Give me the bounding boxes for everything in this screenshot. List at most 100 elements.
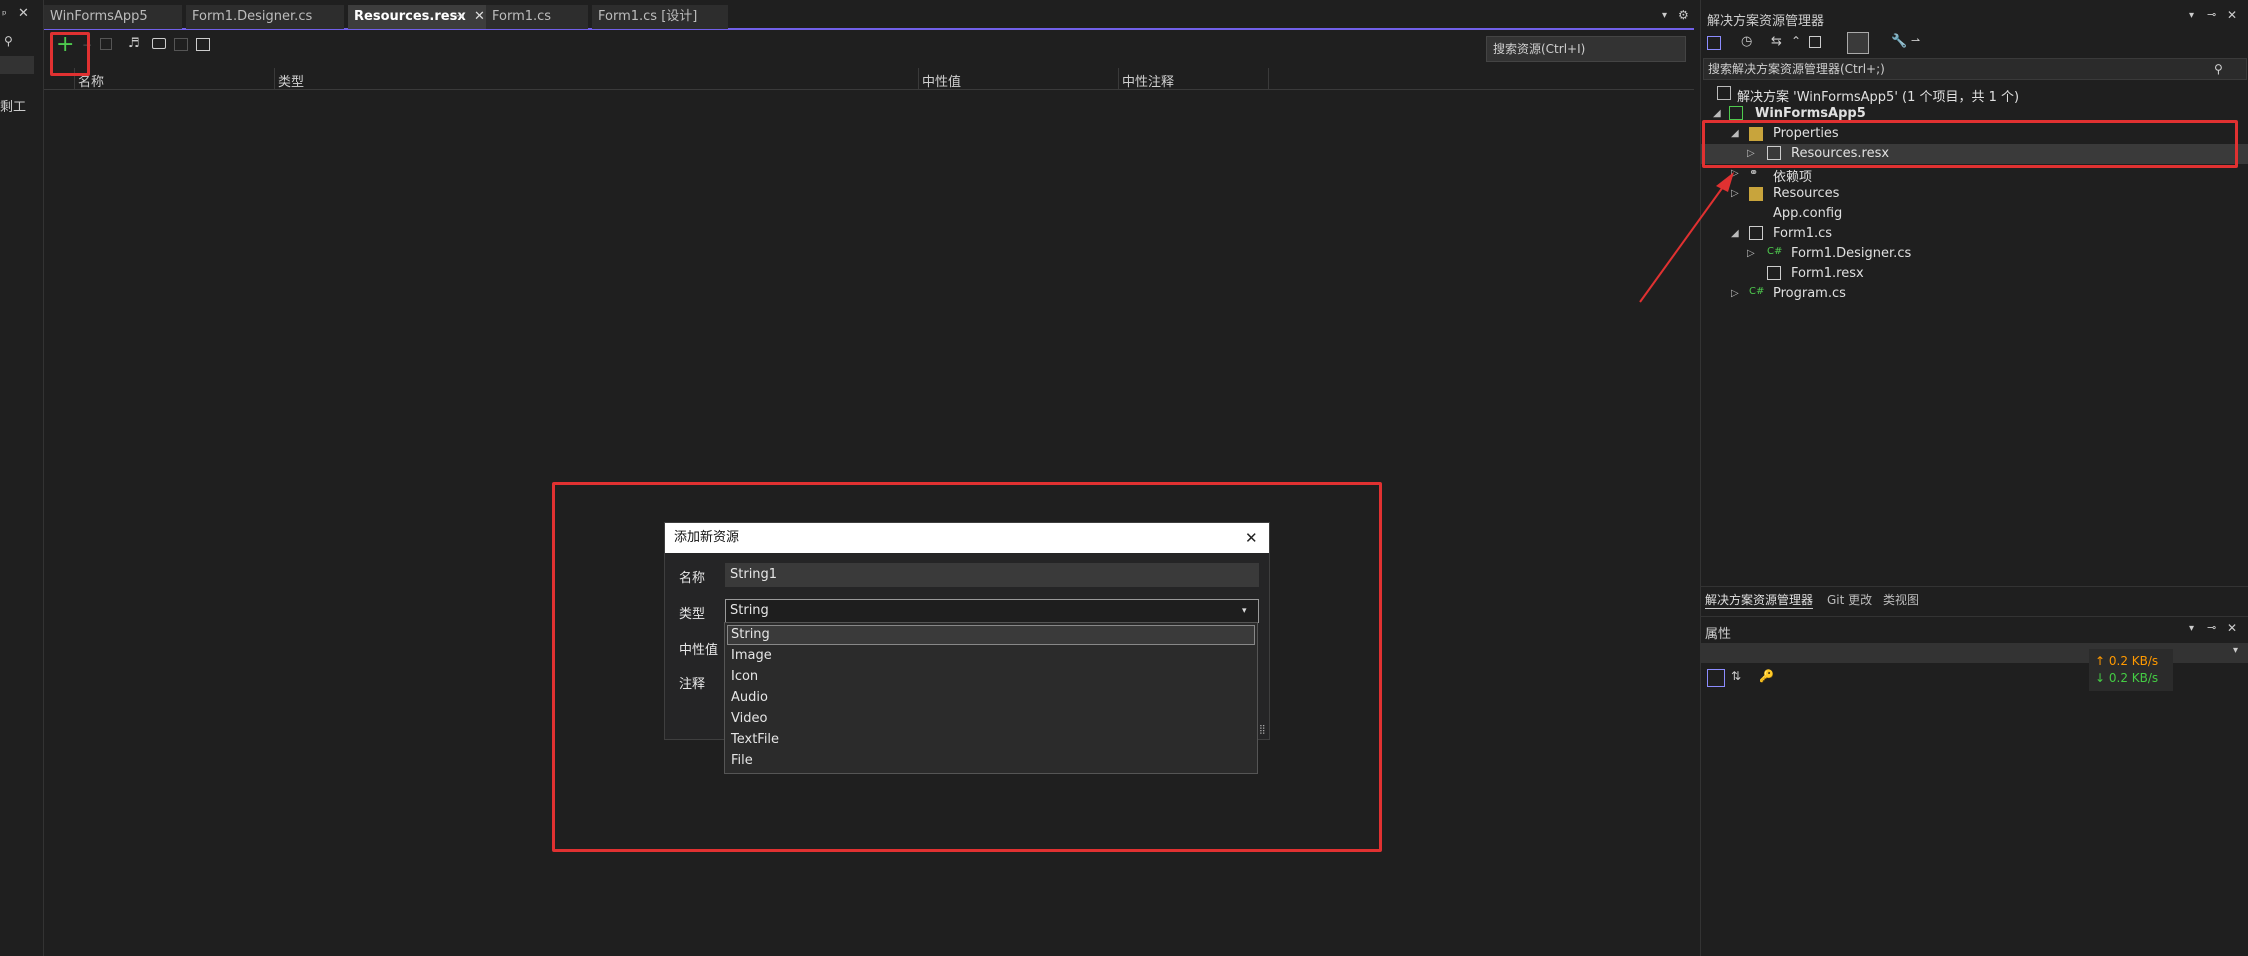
close-icon[interactable]: ✕ (2227, 8, 2237, 22)
resource-toolbar: + − ♬ (44, 32, 1694, 72)
left-strip-label: 剩工 (0, 100, 27, 115)
expanded-chevron-icon[interactable]: ◢ (1713, 108, 1721, 119)
csharp-file-icon: C# (1767, 246, 1783, 257)
chevron-down-icon[interactable]: ▾ (2189, 10, 2194, 21)
search-resources-input[interactable]: 搜索资源(Ctrl+I) (1486, 36, 1686, 62)
resource-grid-header: 名称 类型 中性值 中性注释 (44, 68, 1694, 90)
solution-bottom-tabs: 解决方案资源管理器 Git 更改 类视图 (1701, 586, 2248, 610)
document-tab-bar: WinFormsApp5 Form1.Designer.cs Resources… (44, 0, 1694, 30)
collapse-all-icon[interactable]: ⌃ (1791, 34, 1801, 48)
property-pages-icon[interactable]: 🔑 (1759, 669, 1774, 683)
download-speed: ↓ 0.2 KB/s (2095, 671, 2159, 685)
tab-label: Form1.Designer.cs (192, 9, 313, 24)
tree-item-form1-cs[interactable]: ◢ Form1.cs (1701, 224, 2248, 244)
column-separator (918, 68, 919, 90)
column-type[interactable]: 类型 (278, 71, 304, 90)
pin-icon[interactable]: ⊸ (456, 5, 464, 29)
column-separator (1268, 68, 1269, 90)
tab-label: Resources.resx (354, 9, 466, 24)
tab-winformsapp5[interactable]: WinFormsApp5 (44, 5, 182, 29)
tab-git-changes[interactable]: Git 更改 (1827, 591, 1872, 608)
show-all-files-icon[interactable] (1809, 36, 1821, 48)
preview-icon[interactable]: ⇀ (1911, 34, 1920, 47)
tree-label: 依赖项 (1773, 170, 1813, 185)
form-icon (1749, 226, 1763, 240)
arrow-shaft (1639, 179, 1729, 303)
tree-label: 解决方案 'WinFormsApp5' (1 个项目，共 1 个) (1737, 90, 2020, 105)
comment-icon[interactable] (152, 38, 166, 49)
tab-form1-design[interactable]: Form1.cs [设计] (592, 5, 728, 29)
tree-label: Resources (1773, 186, 1840, 201)
resx-file-icon (1767, 266, 1781, 280)
search-icon[interactable]: ⚲ (4, 34, 13, 48)
tab-label: Form1.cs [设计] (598, 9, 698, 24)
panel-title: 解决方案资源管理器 (1707, 14, 1825, 29)
column-neutral-comment[interactable]: 中性注释 (1122, 71, 1174, 90)
switch-view-icon[interactable] (1707, 36, 1721, 50)
column-separator (274, 68, 275, 90)
properties-panel: 属性 ▾ ⊸ ✕ ▾ ⇅ 🔑 ↑ 0.2 KB/s ↓ 0.2 KB/s (1701, 616, 2248, 956)
chevron-down-icon[interactable]: ▾ (2189, 623, 2194, 634)
left-strip-field[interactable] (0, 56, 34, 74)
settings-icon[interactable]: ⚙ (1678, 8, 1689, 22)
upload-speed: ↑ 0.2 KB/s (2095, 654, 2159, 668)
tab-overflow-icon[interactable]: ▾ (1662, 10, 1667, 21)
tree-label: Form1.resx (1791, 266, 1864, 281)
tree-label: Form1.Designer.cs (1791, 246, 1912, 261)
tree-label: WinFormsApp5 (1755, 106, 1866, 121)
tab-form1-cs[interactable]: Form1.cs (486, 5, 588, 29)
tree-item-form1-resx[interactable]: Form1.resx (1701, 264, 2248, 284)
grid-view-icon (174, 38, 188, 51)
close-icon[interactable]: ✕ (2227, 621, 2237, 635)
solution-icon (1717, 86, 1731, 100)
tab-solution-explorer[interactable]: 解决方案资源管理器 (1705, 591, 1814, 609)
tree-label: App.config (1773, 206, 1843, 221)
highlight-box-properties (1702, 120, 2238, 168)
tab-form1-designer[interactable]: Form1.Designer.cs (186, 5, 344, 29)
solution-search-placeholder: 搜索解决方案资源管理器(Ctrl+;) (1708, 62, 1885, 76)
column-neutral-value[interactable]: 中性值 (922, 71, 961, 90)
highlight-box-dialog (552, 482, 1382, 852)
tab-class-view[interactable]: 类视图 (1883, 591, 1919, 608)
tree-label: Form1.cs (1773, 226, 1833, 241)
tree-item-form1-designer[interactable]: ▷ C# Form1.Designer.cs (1701, 244, 2248, 264)
tab-resources-resx[interactable]: Resources.resx ⊸ ✕ (348, 5, 494, 29)
tree-item-solution[interactable]: 解决方案 'WinFormsApp5' (1 个项目，共 1 个) (1701, 84, 2248, 105)
close-icon[interactable]: ✕ (474, 5, 485, 29)
tree-item-app-config[interactable]: App.config (1701, 204, 2248, 224)
history-icon[interactable]: ◷ (1741, 34, 1752, 49)
sort-alphabetical-icon[interactable]: ⇅ (1731, 669, 1741, 683)
solution-tree: 解决方案 'WinFormsApp5' (1 个项目，共 1 个) ◢ WinF… (1701, 84, 2248, 304)
highlight-box-add (50, 32, 90, 76)
column-separator (1118, 68, 1119, 90)
csharp-file-icon: C# (1749, 286, 1765, 297)
pointer-arrow (1639, 172, 1734, 303)
copy-icon (100, 38, 112, 50)
sync-icon[interactable]: ⇆ (1771, 34, 1782, 49)
filter-icon[interactable] (1847, 32, 1869, 54)
categorized-icon[interactable] (1707, 669, 1725, 687)
left-tool-strip: ᵖ ✕ ⚲ 剩工 (0, 0, 44, 956)
solution-toolbar: ◷ ⇆ ⌃ 🔧 ⇀ (1701, 30, 2248, 58)
tree-item-resources-folder[interactable]: ▷ Resources (1701, 184, 2248, 204)
tab-label: WinFormsApp5 (50, 9, 148, 24)
csharp-project-icon (1729, 106, 1743, 120)
search-icon[interactable]: ⚲ (2214, 59, 2223, 79)
dependencies-icon: ⚭ (1749, 166, 1759, 179)
pin-icon[interactable]: ᵖ (2, 8, 7, 21)
chevron-down-icon[interactable]: ▾ (2233, 645, 2238, 656)
network-speed-widget: ↑ 0.2 KB/s ↓ 0.2 KB/s (2089, 649, 2173, 691)
close-icon[interactable]: ✕ (18, 6, 29, 21)
view-options-icon[interactable] (196, 38, 210, 51)
solution-search-input[interactable]: 搜索解决方案资源管理器(Ctrl+;) ⚲ (1703, 58, 2247, 80)
audio-resource-icon[interactable]: ♬ (128, 36, 140, 51)
tree-label: Program.cs (1773, 286, 1846, 301)
properties-wrench-icon[interactable]: 🔧 (1891, 34, 1907, 49)
tab-label: Form1.cs (492, 9, 552, 24)
folder-icon (1749, 187, 1763, 201)
pin-icon[interactable]: ⊸ (2207, 621, 2216, 634)
pin-icon[interactable]: ⊸ (2207, 8, 2216, 21)
tree-item-program-cs[interactable]: ▷ C# Program.cs (1701, 284, 2248, 304)
properties-title: 属性 (1705, 627, 1732, 642)
arrow-head (1716, 172, 1734, 192)
